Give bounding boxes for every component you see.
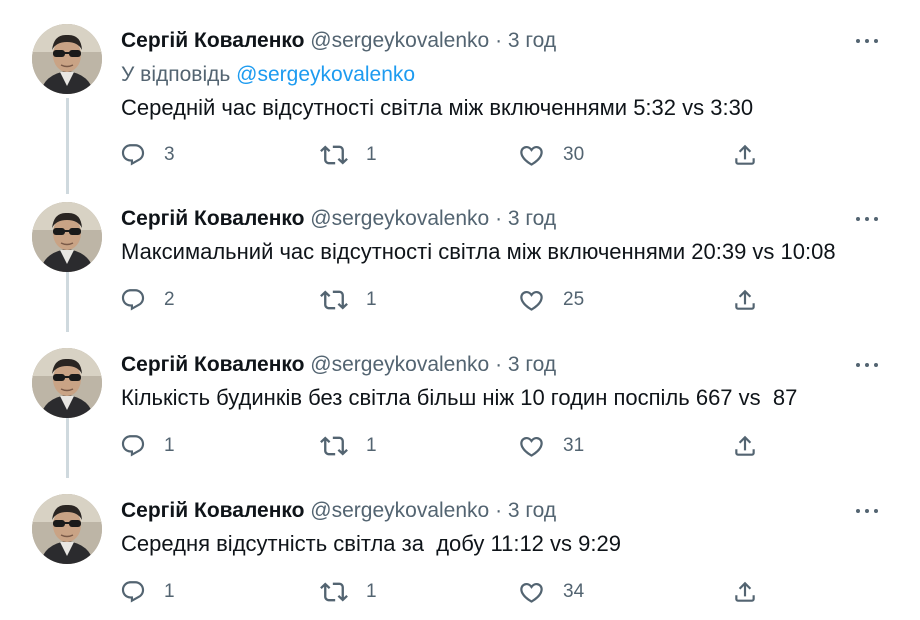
- tweet-time[interactable]: 3 год: [508, 353, 556, 376]
- tweet-actions: 1 1 31: [120, 429, 780, 463]
- avatar-image: [32, 24, 102, 94]
- author-handle[interactable]: @sergeykovalenko: [310, 353, 489, 376]
- share-icon: [735, 581, 755, 602]
- reply-mention-link[interactable]: @sergeykovalenko: [236, 63, 415, 86]
- retweet-count: 1: [366, 581, 377, 602]
- tweet-time[interactable]: 3 год: [508, 499, 556, 522]
- reply-icon: [121, 144, 145, 166]
- tweet-header: Сергій Коваленко @sergeykovalenko · 3 го…: [121, 28, 556, 54]
- retweet-count: 1: [366, 435, 377, 456]
- author-name[interactable]: Сергій Коваленко: [121, 29, 304, 52]
- separator-dot: ·: [495, 499, 503, 522]
- tweet-time[interactable]: 3 год: [508, 29, 556, 52]
- heart-icon: [520, 582, 543, 603]
- more-icon[interactable]: [850, 353, 884, 377]
- reply-button[interactable]: 1: [120, 429, 175, 463]
- avatar-image: [32, 348, 102, 418]
- reply-prefix: У відповідь: [121, 63, 231, 86]
- reply-icon: [121, 435, 145, 457]
- tweet[interactable]: Сергій Коваленко @sergeykovalenko · 3 го…: [10, 182, 906, 332]
- reply-count: 3: [164, 144, 175, 165]
- reply-icon: [121, 289, 145, 311]
- tweet-actions: 1 1 34: [120, 575, 780, 609]
- like-button[interactable]: 30: [518, 138, 584, 172]
- retweet-button[interactable]: 1: [320, 283, 377, 317]
- reply-button[interactable]: 3: [120, 138, 175, 172]
- tweet-text: Середня відсутність світла за добу 11:12…: [121, 531, 621, 556]
- author-handle[interactable]: @sergeykovalenko: [310, 29, 489, 52]
- retweet-button[interactable]: 1: [320, 138, 377, 172]
- share-icon: [735, 144, 755, 165]
- tweet-actions: 3 1 30: [120, 138, 780, 172]
- tweet[interactable]: Сергій Коваленко @sergeykovalenko · 3 го…: [10, 474, 906, 620]
- heart-icon: [520, 290, 543, 311]
- tweet[interactable]: Сергій Коваленко @sergeykovalenko · 3 го…: [10, 328, 906, 478]
- tweet-text: Максимальний час відсутності світла між …: [121, 239, 836, 264]
- author-name[interactable]: Сергій Коваленко: [121, 207, 304, 230]
- tweet-text: Середній час відсутності світла між вклю…: [121, 95, 754, 120]
- reply-count: 1: [164, 581, 175, 602]
- separator-dot: ·: [495, 207, 503, 230]
- retweet-icon: [320, 436, 348, 456]
- share-button[interactable]: [732, 283, 758, 317]
- share-button[interactable]: [732, 429, 758, 463]
- separator-dot: ·: [495, 353, 503, 376]
- avatar-image: [32, 202, 102, 272]
- share-button[interactable]: [732, 138, 758, 172]
- author-handle[interactable]: @sergeykovalenko: [310, 207, 489, 230]
- heart-icon: [520, 436, 543, 457]
- share-icon: [735, 435, 755, 456]
- avatar-image: [32, 494, 102, 564]
- author-name[interactable]: Сергій Коваленко: [121, 353, 304, 376]
- like-count: 25: [563, 289, 585, 310]
- retweet-count: 1: [366, 144, 377, 165]
- separator-dot: ·: [495, 29, 503, 52]
- more-icon[interactable]: [850, 499, 884, 523]
- like-count: 34: [563, 581, 585, 602]
- author-handle[interactable]: @sergeykovalenko: [310, 499, 489, 522]
- like-button[interactable]: 25: [518, 283, 584, 317]
- share-button[interactable]: [732, 575, 758, 609]
- tweet[interactable]: Сергій Коваленко @sergeykovalenko · 3 го…: [10, 8, 906, 194]
- like-button[interactable]: 31: [518, 429, 584, 463]
- avatar[interactable]: [32, 348, 102, 418]
- avatar[interactable]: [32, 494, 102, 564]
- reply-context: У відповідь @sergeykovalenko: [121, 62, 415, 88]
- retweet-icon: [320, 582, 348, 602]
- thread-line: [66, 272, 69, 332]
- like-button[interactable]: 34: [518, 575, 584, 609]
- reply-count: 2: [164, 289, 175, 310]
- share-icon: [735, 289, 755, 310]
- author-name[interactable]: Сергій Коваленко: [121, 499, 304, 522]
- reply-count: 1: [164, 435, 175, 456]
- reply-button[interactable]: 2: [120, 283, 175, 317]
- more-icon[interactable]: [850, 29, 884, 53]
- like-count: 31: [563, 435, 585, 456]
- retweet-button[interactable]: 1: [320, 575, 377, 609]
- tweet-header: Сергій Коваленко @sergeykovalenko · 3 го…: [121, 352, 556, 378]
- heart-icon: [520, 145, 543, 166]
- tweet-text: Кількість будинків без світла більш ніж …: [121, 385, 798, 410]
- tweet-header: Сергій Коваленко @sergeykovalenko · 3 го…: [121, 498, 556, 524]
- reply-icon: [121, 581, 145, 603]
- more-icon[interactable]: [850, 207, 884, 231]
- retweet-icon: [320, 290, 348, 310]
- reply-button[interactable]: 1: [120, 575, 175, 609]
- retweet-icon: [320, 145, 348, 165]
- avatar[interactable]: [32, 202, 102, 272]
- tweet-header: Сергій Коваленко @sergeykovalenko · 3 го…: [121, 206, 556, 232]
- tweet-time[interactable]: 3 год: [508, 207, 556, 230]
- thread-line: [66, 98, 69, 194]
- retweet-button[interactable]: 1: [320, 429, 377, 463]
- avatar[interactable]: [32, 24, 102, 94]
- retweet-count: 1: [366, 289, 377, 310]
- thread-line: [66, 418, 69, 478]
- like-count: 30: [563, 144, 585, 165]
- tweet-actions: 2 1 25: [120, 283, 780, 317]
